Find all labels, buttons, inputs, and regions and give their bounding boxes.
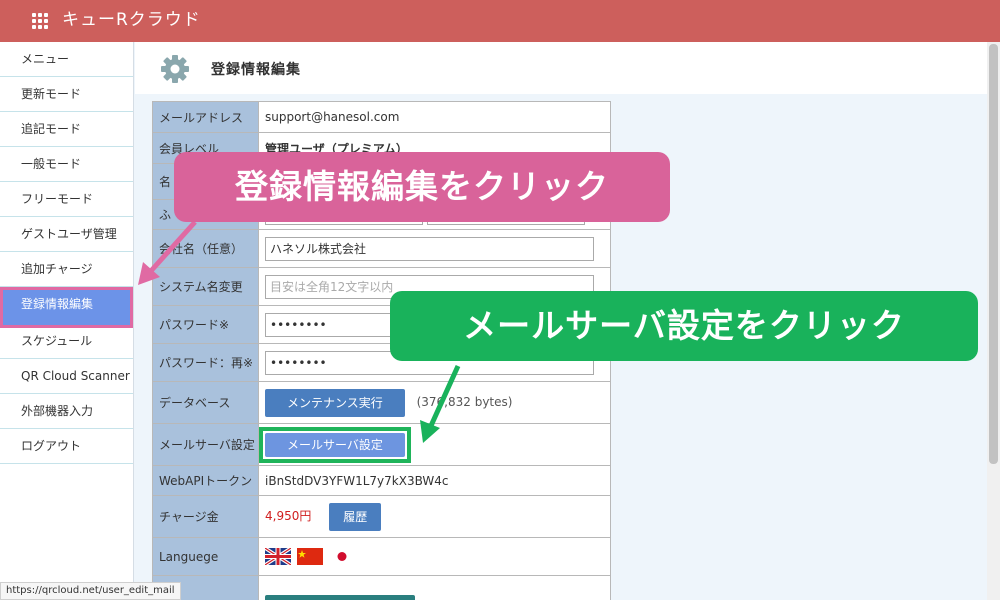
sidebar-item-append-mode[interactable]: 追記モード [0, 112, 133, 147]
sidebar-item-general-mode[interactable]: 一般モード [0, 147, 133, 182]
sidebar-item-guest-users[interactable]: ゲストユーザ管理 [0, 217, 133, 252]
email-value: support@hanesol.com [258, 101, 611, 133]
charge-amount: 4,950円 [265, 509, 312, 523]
partial-button[interactable] [265, 594, 415, 600]
sidebar-item-free-mode[interactable]: フリーモード [0, 182, 133, 217]
email-label: メールアドレス [152, 101, 259, 133]
uk-flag-icon[interactable] [265, 548, 291, 565]
mail-server-button[interactable]: メールサーバ設定 [265, 432, 405, 457]
form-row-company: 会社名（任意） [152, 229, 611, 268]
sidebar-item-update-mode[interactable]: 更新モード [0, 77, 133, 112]
system-name-label: システム名変更 [152, 267, 259, 306]
form-row-charge: チャージ金 4,950円 履歴 [152, 495, 611, 538]
password-confirm-label: パスワード：再※ [152, 343, 259, 382]
grid-icon[interactable] [32, 13, 48, 29]
database-size: (376,832 bytes) [416, 395, 513, 409]
page-title: 登録情報編集 [211, 62, 301, 78]
sidebar-item-schedule[interactable]: スケジュール [0, 324, 133, 359]
sidebar-item-menu[interactable]: メニュー [0, 42, 133, 77]
sidebar-item-external-input[interactable]: 外部機器入力 [0, 394, 133, 429]
app-title: キューRクラウド [62, 10, 201, 30]
form-row-database: データベース メンテナンス実行 (376,832 bytes) [152, 381, 611, 424]
japan-flag-icon[interactable] [328, 548, 355, 565]
company-label: 会社名（任意） [152, 229, 259, 268]
gear-icon [161, 55, 189, 83]
webapi-label: WebAPIトークン [152, 465, 259, 496]
status-url: https://qrcloud.net/user_edit_mail [0, 582, 181, 600]
form-row-webapi: WebAPIトークン iBnStdDV3YFW1L7y7kX3BW4c [152, 465, 611, 496]
sidebar: メニュー 更新モード 追記モード 一般モード フリーモード ゲストユーザ管理 追… [0, 42, 134, 600]
scrollbar-thumb[interactable] [989, 44, 998, 464]
company-field[interactable] [265, 236, 594, 261]
form-row-mail-server: メールサーバ設定 メールサーバ設定 [152, 423, 611, 466]
sidebar-item-qr-scanner[interactable]: QR Cloud Scanner [0, 359, 133, 394]
form-row-language: Languege [152, 537, 611, 576]
china-flag-icon[interactable] [296, 548, 323, 565]
password-label: パスワード※ [152, 305, 259, 344]
callout-edit-registration: 登録情報編集をクリック [174, 152, 670, 222]
sidebar-item-logout[interactable]: ログアウト [0, 429, 133, 464]
sidebar-item-edit-registration[interactable]: 登録情報編集 [0, 287, 133, 328]
webapi-token: iBnStdDV3YFW1L7y7kX3BW4c [258, 465, 611, 496]
language-label: Languege [152, 537, 259, 576]
form-row-email: メールアドレス support@hanesol.com [152, 101, 611, 133]
history-button[interactable]: 履歴 [329, 502, 382, 531]
charge-label: チャージ金 [152, 495, 259, 538]
maintenance-button[interactable]: メンテナンス実行 [265, 388, 405, 417]
mail-server-highlight: メールサーバ設定 [259, 426, 411, 463]
app-header: キューRクラウド [0, 0, 1000, 42]
callout-mail-server: メールサーバ設定をクリック [390, 291, 978, 361]
mail-server-label: メールサーバ設定 [152, 423, 259, 466]
form-row-partial [152, 575, 611, 600]
sidebar-item-add-charge[interactable]: 追加チャージ [0, 252, 133, 287]
content-header: 登録情報編集 [135, 42, 987, 94]
database-label: データベース [152, 381, 259, 424]
